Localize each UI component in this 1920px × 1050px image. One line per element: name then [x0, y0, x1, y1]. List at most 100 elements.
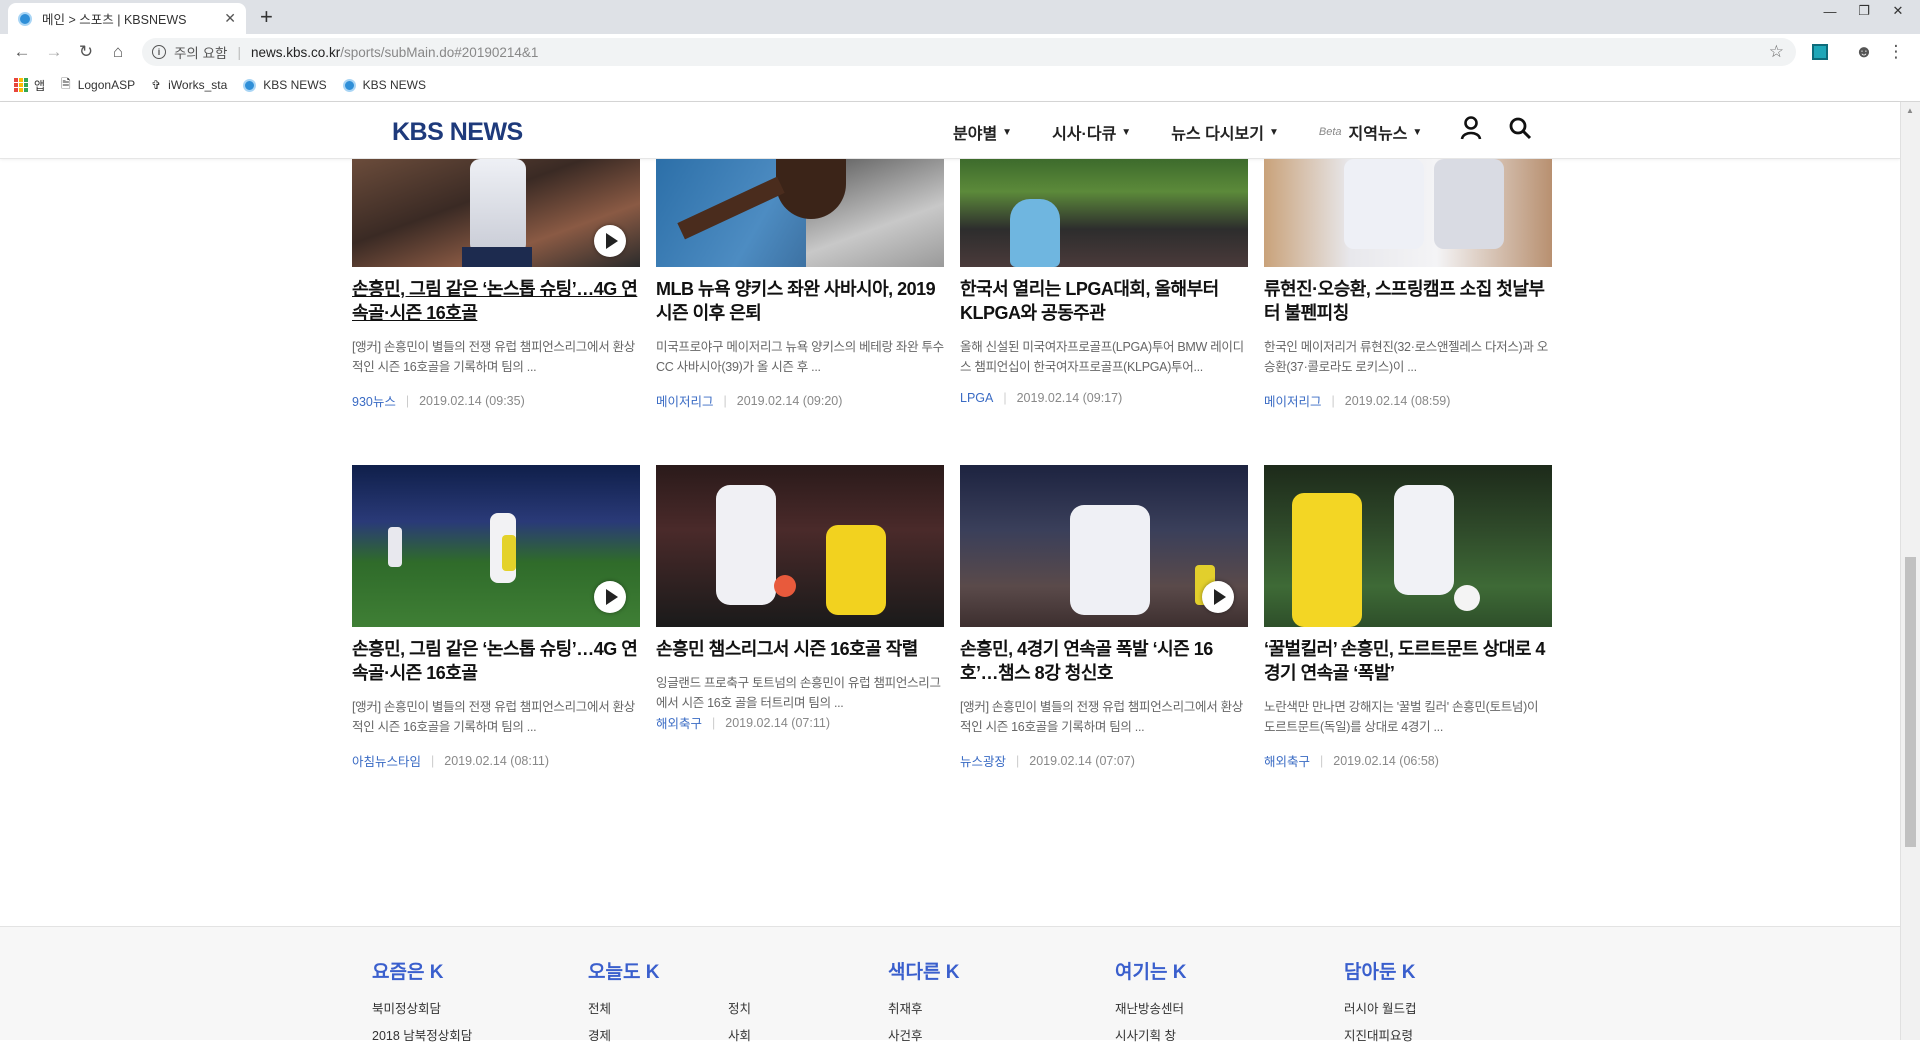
article-date: 2019.02.14 (06:58): [1333, 753, 1439, 768]
footer-heading[interactable]: 여기는 K: [1115, 957, 1186, 984]
scrollbar-thumb[interactable]: [1905, 557, 1916, 847]
reload-icon[interactable]: ↻: [74, 40, 98, 64]
kbs-icon: [243, 78, 257, 92]
footer-link[interactable]: 정치: [728, 996, 848, 1023]
info-icon[interactable]: i: [152, 45, 166, 59]
article-thumbnail[interactable]: [1264, 465, 1552, 627]
footer-link[interactable]: 사회: [728, 1023, 848, 1050]
article-summary[interactable]: 한국인 메이저리거 류현진(32·로스앤젤레스 다저스)과 오승환(37·콜로라…: [1264, 337, 1552, 377]
article-summary[interactable]: [앵커] 손흥민이 별들의 전쟁 유럽 챔피언스리그에서 환상적인 시즌 16호…: [352, 337, 640, 377]
tab-strip: 메인 > 스포츠 | KBSNEWS ✕ + — ❐ ✕: [0, 0, 1920, 34]
article-category[interactable]: LPGA: [960, 391, 993, 405]
article-category[interactable]: 930뉴스: [352, 391, 396, 410]
footer-link[interactable]: 경제: [588, 1023, 728, 1050]
article-title[interactable]: 손흥민, 4경기 연속골 폭발 ‘시즌 16호’…챔스 8강 청신호: [960, 637, 1248, 685]
article-card: 손흥민, 그림 같은 ‘논스톱 슈팅’…4G 연속골·시즌 16호골 [앵커] …: [352, 159, 640, 410]
divider: |: [1320, 753, 1324, 768]
scroll-up-icon[interactable]: ▲: [1906, 106, 1914, 115]
article-card: 손흥민, 4경기 연속골 폭발 ‘시즌 16호’…챔스 8강 청신호 [앵커] …: [960, 465, 1248, 770]
footer-column: 여기는 K 재난방송센터 시사기획 창: [1115, 957, 1186, 1050]
restore-icon[interactable]: ❐: [1847, 0, 1881, 22]
article-title[interactable]: 한국서 열리는 LPGA대회, 올해부터 KLPGA와 공동주관: [960, 277, 1248, 325]
profile-icon[interactable]: ☻: [1852, 40, 1876, 64]
site-logo[interactable]: KBS NEWS: [392, 118, 523, 147]
footer-link[interactable]: 2018 남북정상회담: [372, 1023, 472, 1050]
article-category[interactable]: 메이저리그: [1264, 391, 1322, 410]
footer-link[interactable]: 러시아 월드컵: [1344, 996, 1416, 1023]
page-scrollbar[interactable]: ▲: [1900, 102, 1920, 1040]
article-thumbnail[interactable]: [960, 159, 1248, 267]
article-thumbnail[interactable]: [656, 159, 944, 267]
footer-heading[interactable]: 담아둔 K: [1344, 957, 1416, 984]
footer-link[interactable]: 취재후: [888, 996, 959, 1023]
search-icon[interactable]: [1508, 116, 1532, 145]
nav-item-local[interactable]: Beta 지역뉴스 ▼: [1319, 120, 1422, 144]
window-close-icon[interactable]: ✕: [1881, 0, 1915, 22]
article-category[interactable]: 메이저리그: [656, 391, 714, 410]
footer-link[interactable]: 전체: [588, 996, 728, 1023]
article-category[interactable]: 아침뉴스타임: [352, 751, 421, 770]
footer-heading[interactable]: 요즘은 K: [372, 957, 472, 984]
article-thumbnail[interactable]: [352, 159, 640, 267]
article-summary[interactable]: 노란색만 만나면 강해지는 '꿀벌 킬러' 손흥민(토트넘)이 도르트문트(독일…: [1264, 697, 1552, 737]
footer-link[interactable]: 북미정상회담: [372, 996, 472, 1023]
menu-icon[interactable]: ⋮: [1884, 40, 1908, 64]
article-category[interactable]: 해외축구: [656, 713, 702, 732]
footer-heading[interactable]: 색다른 K: [888, 957, 959, 984]
article-thumbnail[interactable]: [656, 465, 944, 627]
bookmark-apps[interactable]: 앱: [14, 77, 45, 94]
extension-icon[interactable]: [1808, 40, 1832, 64]
play-icon[interactable]: [1202, 581, 1234, 613]
footer-link[interactable]: 재난방송센터: [1115, 996, 1186, 1023]
article-title[interactable]: MLB 뉴욕 양키스 좌완 사바시아, 2019 시즌 이후 은퇴: [656, 277, 944, 325]
article-thumbnail[interactable]: [960, 465, 1248, 627]
footer-link[interactable]: 시사기획 창: [1115, 1023, 1186, 1050]
footer-link[interactable]: 사건후: [888, 1023, 959, 1050]
close-icon[interactable]: ✕: [224, 10, 236, 27]
play-icon[interactable]: [594, 581, 626, 613]
url-host: news.kbs.co.kr: [250, 44, 341, 60]
article-summary[interactable]: 잉글랜드 프로축구 토트넘의 손흥민이 유럽 챔피언스리그에서 시즌 16호 골…: [656, 673, 944, 713]
footer-link[interactable]: 지진대피요령: [1344, 1023, 1416, 1050]
bookmark-label: 앱: [34, 78, 46, 93]
article-thumbnail[interactable]: [1264, 159, 1552, 267]
bookmark-kbs-news-2[interactable]: KBS NEWS: [342, 78, 427, 92]
article-title[interactable]: 류현진·오승환, 스프링캠프 소집 첫날부터 불펜피칭: [1264, 277, 1552, 325]
article-title[interactable]: ‘꿀벌킬러’ 손흥민, 도르트문트 상대로 4경기 연속골 ‘폭발’: [1264, 637, 1552, 685]
new-tab-button[interactable]: +: [260, 4, 273, 30]
article-summary[interactable]: [앵커] 손흥민이 별들의 전쟁 유럽 챔피언스리그에서 환상적인 시즌 16호…: [352, 697, 640, 737]
nav-item-docu[interactable]: 시사·다큐 ▼: [1052, 120, 1131, 144]
footer-column: 요즘은 K 북미정상회담 2018 남북정상회담: [372, 957, 472, 1050]
browser-tab[interactable]: 메인 > 스포츠 | KBSNEWS ✕: [8, 3, 246, 34]
back-icon[interactable]: ←: [10, 40, 34, 64]
forward-icon[interactable]: →: [42, 40, 66, 64]
bookmark-label: KBS NEWS: [362, 78, 427, 92]
bookmark-star-icon[interactable]: ☆: [1769, 42, 1784, 62]
footer-heading[interactable]: 오늘도 K: [588, 957, 848, 984]
nav-label: 지역뉴스: [1348, 126, 1408, 143]
user-icon[interactable]: [1460, 116, 1482, 145]
article-summary[interactable]: 미국프로야구 메이저리그 뉴욕 양키스의 베테랑 좌완 투수 CC 사바시아(3…: [656, 337, 944, 377]
bookmark-logonasp[interactable]: 🗎 LogonASP: [61, 75, 135, 96]
article-title[interactable]: 손흥민 챔스리그서 시즌 16호골 작렬: [656, 637, 944, 661]
article-card: MLB 뉴욕 양키스 좌완 사바시아, 2019 시즌 이후 은퇴 미국프로야구…: [656, 159, 944, 410]
home-icon[interactable]: ⌂: [106, 40, 130, 64]
bookmark-iworks[interactable]: ✞ iWorks_sta: [151, 78, 227, 92]
article-summary[interactable]: [앵커] 손흥민이 별들의 전쟁 유럽 챔피언스리그에서 환상적인 시즌 16호…: [960, 697, 1248, 737]
bookmark-kbs-news-1[interactable]: KBS NEWS: [243, 78, 327, 92]
address-bar[interactable]: i 주의 요함 | news.kbs.co.kr/sports/subMain.…: [142, 38, 1796, 66]
article-summary[interactable]: 올해 신설된 미국여자프로골프(LPGA)투어 BMW 레이디스 챔피언십이 한…: [960, 337, 1248, 377]
bookmark-label: iWorks_sta: [168, 78, 228, 92]
article-category[interactable]: 뉴스광장: [960, 751, 1006, 770]
article-title[interactable]: 손흥민, 그림 같은 ‘논스톱 슈팅’…4G 연속골·시즌 16호골: [352, 637, 640, 685]
nav-item-category[interactable]: 분야별 ▼: [953, 120, 1012, 144]
nav-item-replay[interactable]: 뉴스 다시보기 ▼: [1171, 120, 1279, 144]
divider: |: [1016, 753, 1020, 768]
article-thumbnail[interactable]: [352, 465, 640, 627]
article-title[interactable]: 손흥민, 그림 같은 ‘논스톱 슈팅’…4G 연속골·시즌 16호골: [352, 277, 640, 325]
security-label: 주의 요함: [174, 46, 228, 61]
article-category[interactable]: 해외축구: [1264, 751, 1310, 770]
minimize-icon[interactable]: —: [1813, 0, 1847, 22]
article-date: 2019.02.14 (09:17): [1016, 391, 1123, 405]
play-icon[interactable]: [594, 225, 626, 257]
